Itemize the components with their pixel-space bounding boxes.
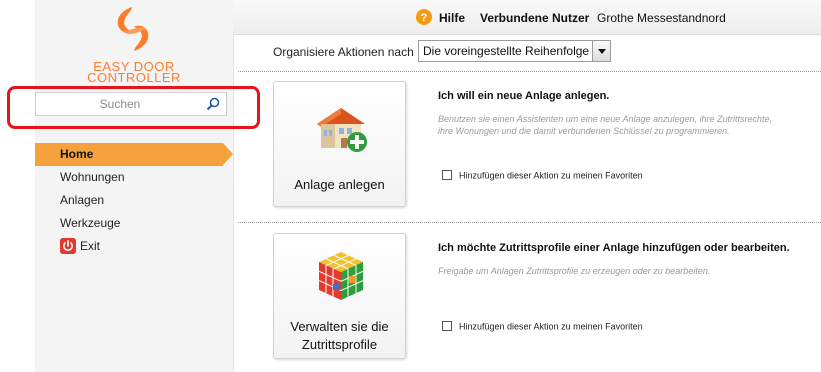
nav-item-anlagen[interactable]: Anlagen (35, 189, 233, 212)
help-link[interactable]: Hilfe (439, 11, 465, 25)
action-title: Ich will ein neue Anlage anlegen. (438, 90, 610, 102)
current-user-name: Grothe Messestandnord (597, 11, 726, 25)
action-tile-label-line2: Zutrittsprofile (301, 337, 378, 352)
action-tile-zutrittsprofile[interactable]: Verwalten sie die Zutrittsprofile (273, 233, 406, 359)
nav-item-exit[interactable]: Exit (35, 235, 233, 258)
connected-users-label: Verbundene Nutzer (480, 11, 590, 25)
favorite-checkbox[interactable] (442, 320, 452, 331)
organize-actions-select[interactable]: Die voreingestellte Reihenfolge (418, 40, 611, 62)
nav-item-label: Wohnungen (60, 170, 125, 184)
help-icon[interactable]: ? (416, 9, 432, 25)
app-window: EASY DOOR CONTROLLER Home Wohnungen Anla… (0, 0, 821, 372)
nav-item-label: Werkzeuge (60, 216, 121, 230)
nav-item-label: Exit (80, 239, 101, 253)
favorite-checkbox[interactable] (442, 169, 452, 180)
brand-logo: EASY DOOR CONTROLLER (35, 5, 233, 87)
favorite-option[interactable]: Hinzufügen dieser Aktion zu meinen Favor… (442, 320, 643, 332)
favorite-label: Hinzufügen dieser Aktion zu meinen Favor… (459, 321, 643, 332)
action-tile-anlage-anlegen[interactable]: Anlage anlegen (273, 81, 406, 207)
action-tile-label-line1: Verwalten sie die (290, 319, 389, 334)
chevron-down-icon[interactable] (592, 41, 610, 61)
action-description: Freigabe um Anlagen Zutrittsprofile zu e… (438, 266, 711, 276)
rubiks-cube-icon (318, 252, 364, 300)
favorite-label: Hinzufügen dieser Aktion zu meinen Favor… (459, 170, 643, 181)
brand-logo-icon (117, 7, 149, 51)
svg-text:?: ? (421, 12, 428, 24)
action-title: Ich möchte Zutrittsprofile einer Anlage … (438, 242, 790, 254)
favorite-option[interactable]: Hinzufügen dieser Aktion zu meinen Favor… (442, 169, 643, 181)
building-add-icon (317, 108, 367, 152)
search-input[interactable] (36, 93, 204, 115)
top-bar: ? Hilfe Verbundene Nutzer Grothe Messest… (233, 0, 821, 35)
action-description: Benutzen sie einen Assistenten um eine n… (438, 114, 773, 136)
nav-item-wohnungen[interactable]: Wohnungen (35, 166, 233, 189)
search-box (35, 92, 227, 116)
search-icon[interactable] (206, 97, 220, 111)
main-nav: Home Wohnungen Anlagen Werkzeuge Exit (35, 143, 233, 258)
section-divider (238, 222, 821, 223)
organize-actions-label: Organisiere Aktionen nach (273, 45, 414, 59)
nav-item-werkzeuge[interactable]: Werkzeuge (35, 212, 233, 235)
nav-item-label: Home (60, 147, 94, 161)
organize-actions-value: Die voreingestellte Reihenfolge (423, 44, 590, 58)
nav-item-home[interactable]: Home (35, 143, 233, 166)
brand-name-line2: CONTROLLER (87, 70, 181, 85)
action-tile-label: Anlage anlegen (294, 177, 385, 192)
nav-item-label: Anlagen (60, 193, 105, 207)
section-divider (238, 71, 821, 72)
power-icon (60, 237, 76, 254)
sidebar: EASY DOOR CONTROLLER Home Wohnungen Anla… (35, 0, 234, 372)
